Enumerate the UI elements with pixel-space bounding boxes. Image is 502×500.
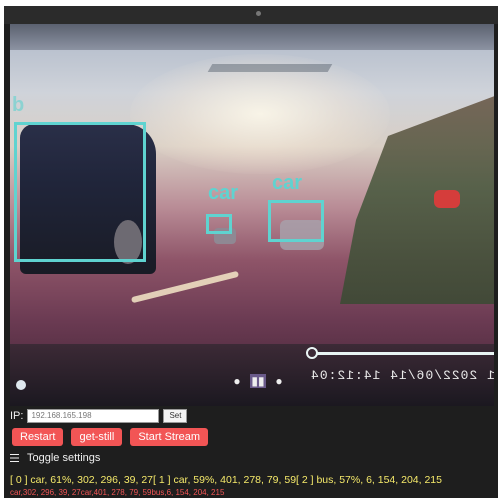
prev-icon[interactable]: ● xyxy=(230,374,244,388)
video-stream[interactable]: b car car EAGLE 51 2022/06/14 14:12:04 ●… xyxy=(10,24,494,406)
next-icon[interactable]: ● xyxy=(272,374,286,388)
detection-label-car-2: car xyxy=(208,182,239,204)
road-marking xyxy=(130,270,240,304)
top-bar xyxy=(4,6,498,24)
detections-text: [ 0 ] car, 61%, 302, 296, 39, 27[ 1 ] ca… xyxy=(10,474,442,486)
app-frame: b car car EAGLE 51 2022/06/14 14:12:04 ●… xyxy=(4,6,498,498)
set-button[interactable]: Set xyxy=(163,409,188,423)
detection-box-car-1 xyxy=(268,200,324,242)
ip-label: IP: xyxy=(10,410,24,422)
toggle-settings-label: Toggle settings xyxy=(27,452,101,464)
control-panel: IP: Set Restart get-still Start Stream T… xyxy=(4,406,498,498)
detection-label-car-1: car xyxy=(272,172,303,194)
playback-timeline[interactable] xyxy=(312,352,494,355)
detection-box-car-2 xyxy=(206,214,232,234)
detection-label-bus: b xyxy=(12,94,25,116)
get-still-button[interactable]: get-still xyxy=(71,428,123,446)
mirrored-timestamp: EAGLE 51 2022/06/14 14:12:04 xyxy=(310,368,494,383)
timeline-knob[interactable] xyxy=(306,347,318,359)
streetlight xyxy=(207,64,333,72)
detection-box-bus xyxy=(14,122,146,262)
restart-button[interactable]: Restart xyxy=(12,428,64,446)
windshield-top xyxy=(10,24,494,50)
red-light xyxy=(434,190,460,208)
camera-dot-icon xyxy=(256,11,261,16)
button-row: Restart get-still Start Stream xyxy=(12,428,209,446)
pause-icon[interactable]: ▮▮ xyxy=(250,374,266,388)
sky-glow xyxy=(130,54,390,174)
left-indicator-icon xyxy=(16,380,26,390)
toggle-settings[interactable]: Toggle settings xyxy=(10,452,100,464)
ip-row: IP: Set xyxy=(10,408,188,424)
menu-icon xyxy=(10,454,19,462)
ip-input[interactable] xyxy=(27,409,160,423)
detections-raw-text: car,302, 296, 39, 27car,401, 278, 79, 59… xyxy=(10,488,225,497)
start-stream-button[interactable]: Start Stream xyxy=(130,428,209,446)
